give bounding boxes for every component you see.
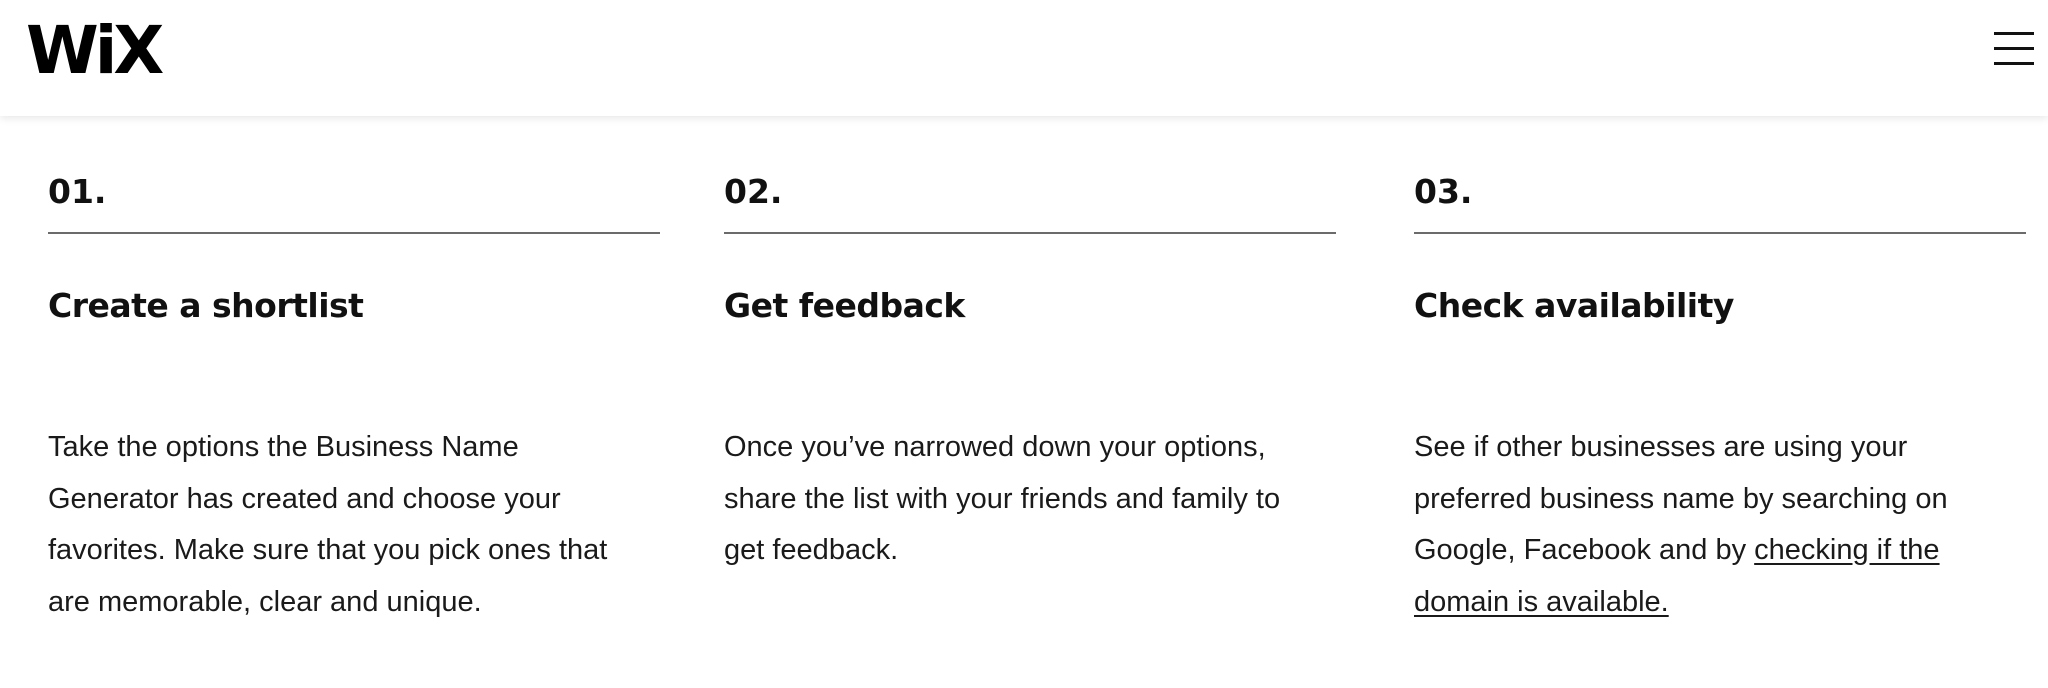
menu-bar (1994, 32, 2034, 35)
step-title: Get feedback (724, 286, 965, 325)
step-description: See if other businesses are using your p… (1414, 422, 2014, 628)
step-description: Once you’ve narrowed down your options, … (724, 431, 1281, 566)
step-number: 03. (1414, 172, 1473, 211)
step-description: Take the options the Business Name Gener… (48, 431, 608, 618)
step-number: 02. (724, 172, 783, 211)
step-title: Check availability (1414, 286, 1734, 325)
divider (1414, 232, 2026, 234)
menu-bar (1994, 47, 2034, 50)
hamburger-menu-icon[interactable] (1994, 30, 2036, 68)
divider (48, 232, 660, 234)
menu-bar (1994, 62, 2034, 65)
step-title: Create a shortlist (48, 286, 364, 325)
divider (724, 232, 1336, 234)
wix-logo[interactable]: WiX (26, 18, 164, 84)
step-number: 01. (48, 172, 107, 211)
site-header: WiX (0, 0, 2048, 116)
